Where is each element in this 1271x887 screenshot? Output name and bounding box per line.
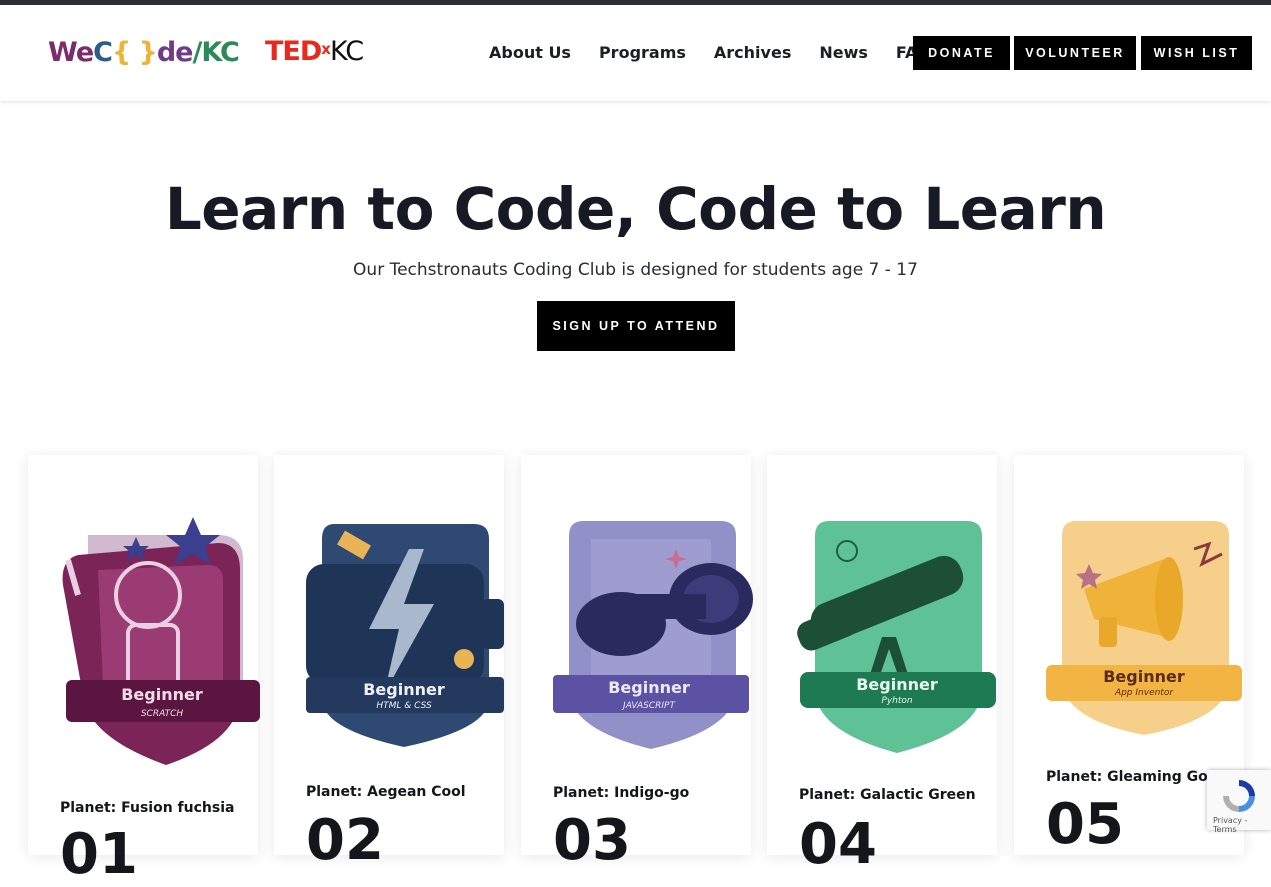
main-nav: About Us Programs Archives News FAQ <box>489 43 959 63</box>
nav-about-us[interactable]: About Us <box>489 43 571 63</box>
python-badge-level: Beginner <box>856 675 938 694</box>
html-css-badge-language: HTML & CSS <box>376 701 432 711</box>
program-card-scratch[interactable]: Beginner SCRATCH Planet: Fusion fuchsia … <box>28 455 260 885</box>
logo-ted-text: TED <box>265 36 322 67</box>
logo-c-text: C <box>93 37 113 68</box>
program-card-python[interactable]: Beginner Pyhton Planet: Galactic Green 0… <box>767 455 997 875</box>
app-inventor-badge-level: Beginner <box>1103 667 1185 686</box>
planet-name: Planet: Gleaming Gold <box>1046 769 1223 785</box>
html-css-badge-icon: Beginner HTML & CSS <box>306 524 504 747</box>
recaptcha-icon <box>1223 780 1255 812</box>
site-header: WeC{ }de/KC TEDxKC About Us Programs Arc… <box>0 5 1271 101</box>
donate-button[interactable]: DONATE <box>913 36 1010 70</box>
logo-we-text: We <box>48 37 94 68</box>
wecode-kc-logo[interactable]: WeC{ }de/KC <box>48 37 240 68</box>
planet-name: Planet: Fusion fuchsia <box>60 800 235 816</box>
planet-number: 01 <box>60 822 138 887</box>
python-badge-icon: Beginner Pyhton <box>797 521 996 753</box>
planet-number: 05 <box>1046 792 1124 857</box>
planet-name: Planet: Aegean Cool <box>306 784 466 800</box>
app-inventor-badge-icon: Beginner App Inventor <box>1046 521 1242 735</box>
wish-list-button[interactable]: WISH LIST <box>1141 36 1252 70</box>
javascript-badge-level: Beginner <box>608 678 690 697</box>
tedx-kc-logo[interactable]: TEDxKC <box>265 36 364 67</box>
program-card-html-css[interactable]: Beginner HTML & CSS Planet: Aegean Cool … <box>274 455 504 871</box>
javascript-badge-language: JAVASCRIPT <box>621 701 676 711</box>
hero-title: Learn to Code, Code to Learn <box>164 175 1107 243</box>
scratch-badge-language: SCRATCH <box>141 709 184 719</box>
scratch-badge-level: Beginner <box>121 685 203 704</box>
scratch-badge-icon: Beginner SCRATCH <box>62 517 260 765</box>
volunteer-button[interactable]: VOLUNTEER <box>1014 36 1136 70</box>
planet-number: 03 <box>553 808 631 873</box>
planet-name: Planet: Galactic Green <box>799 787 976 803</box>
recaptcha-badge[interactable]: Privacy - Terms <box>1207 770 1271 834</box>
python-badge-language: Pyhton <box>881 696 912 706</box>
recaptcha-links[interactable]: Privacy - Terms <box>1213 816 1271 834</box>
logo-x-text: x <box>321 40 331 58</box>
sign-up-button[interactable]: SIGN UP TO ATTEND <box>537 301 735 351</box>
html-css-badge-level: Beginner <box>363 680 445 699</box>
javascript-badge-icon: Beginner JAVASCRIPT <box>553 521 753 749</box>
logo-kc-text: /KC <box>192 37 239 68</box>
nav-programs[interactable]: Programs <box>599 43 686 63</box>
nav-news[interactable]: News <box>819 43 868 63</box>
hero-subtitle: Our Techstronauts Coding Club is designe… <box>353 260 918 280</box>
logo-de-text: de <box>156 37 194 68</box>
program-card-javascript[interactable]: Beginner JAVASCRIPT Planet: Indigo-go 03 <box>521 455 753 871</box>
planet-number: 02 <box>306 808 384 873</box>
logo-tedkc-text: KC <box>329 36 364 67</box>
planet-number: 04 <box>799 812 877 877</box>
nav-archives[interactable]: Archives <box>714 43 791 63</box>
planet-name: Planet: Indigo-go <box>553 785 690 801</box>
logo-brace-text: { } <box>111 37 158 68</box>
app-inventor-badge-language: App Inventor <box>1114 688 1174 698</box>
